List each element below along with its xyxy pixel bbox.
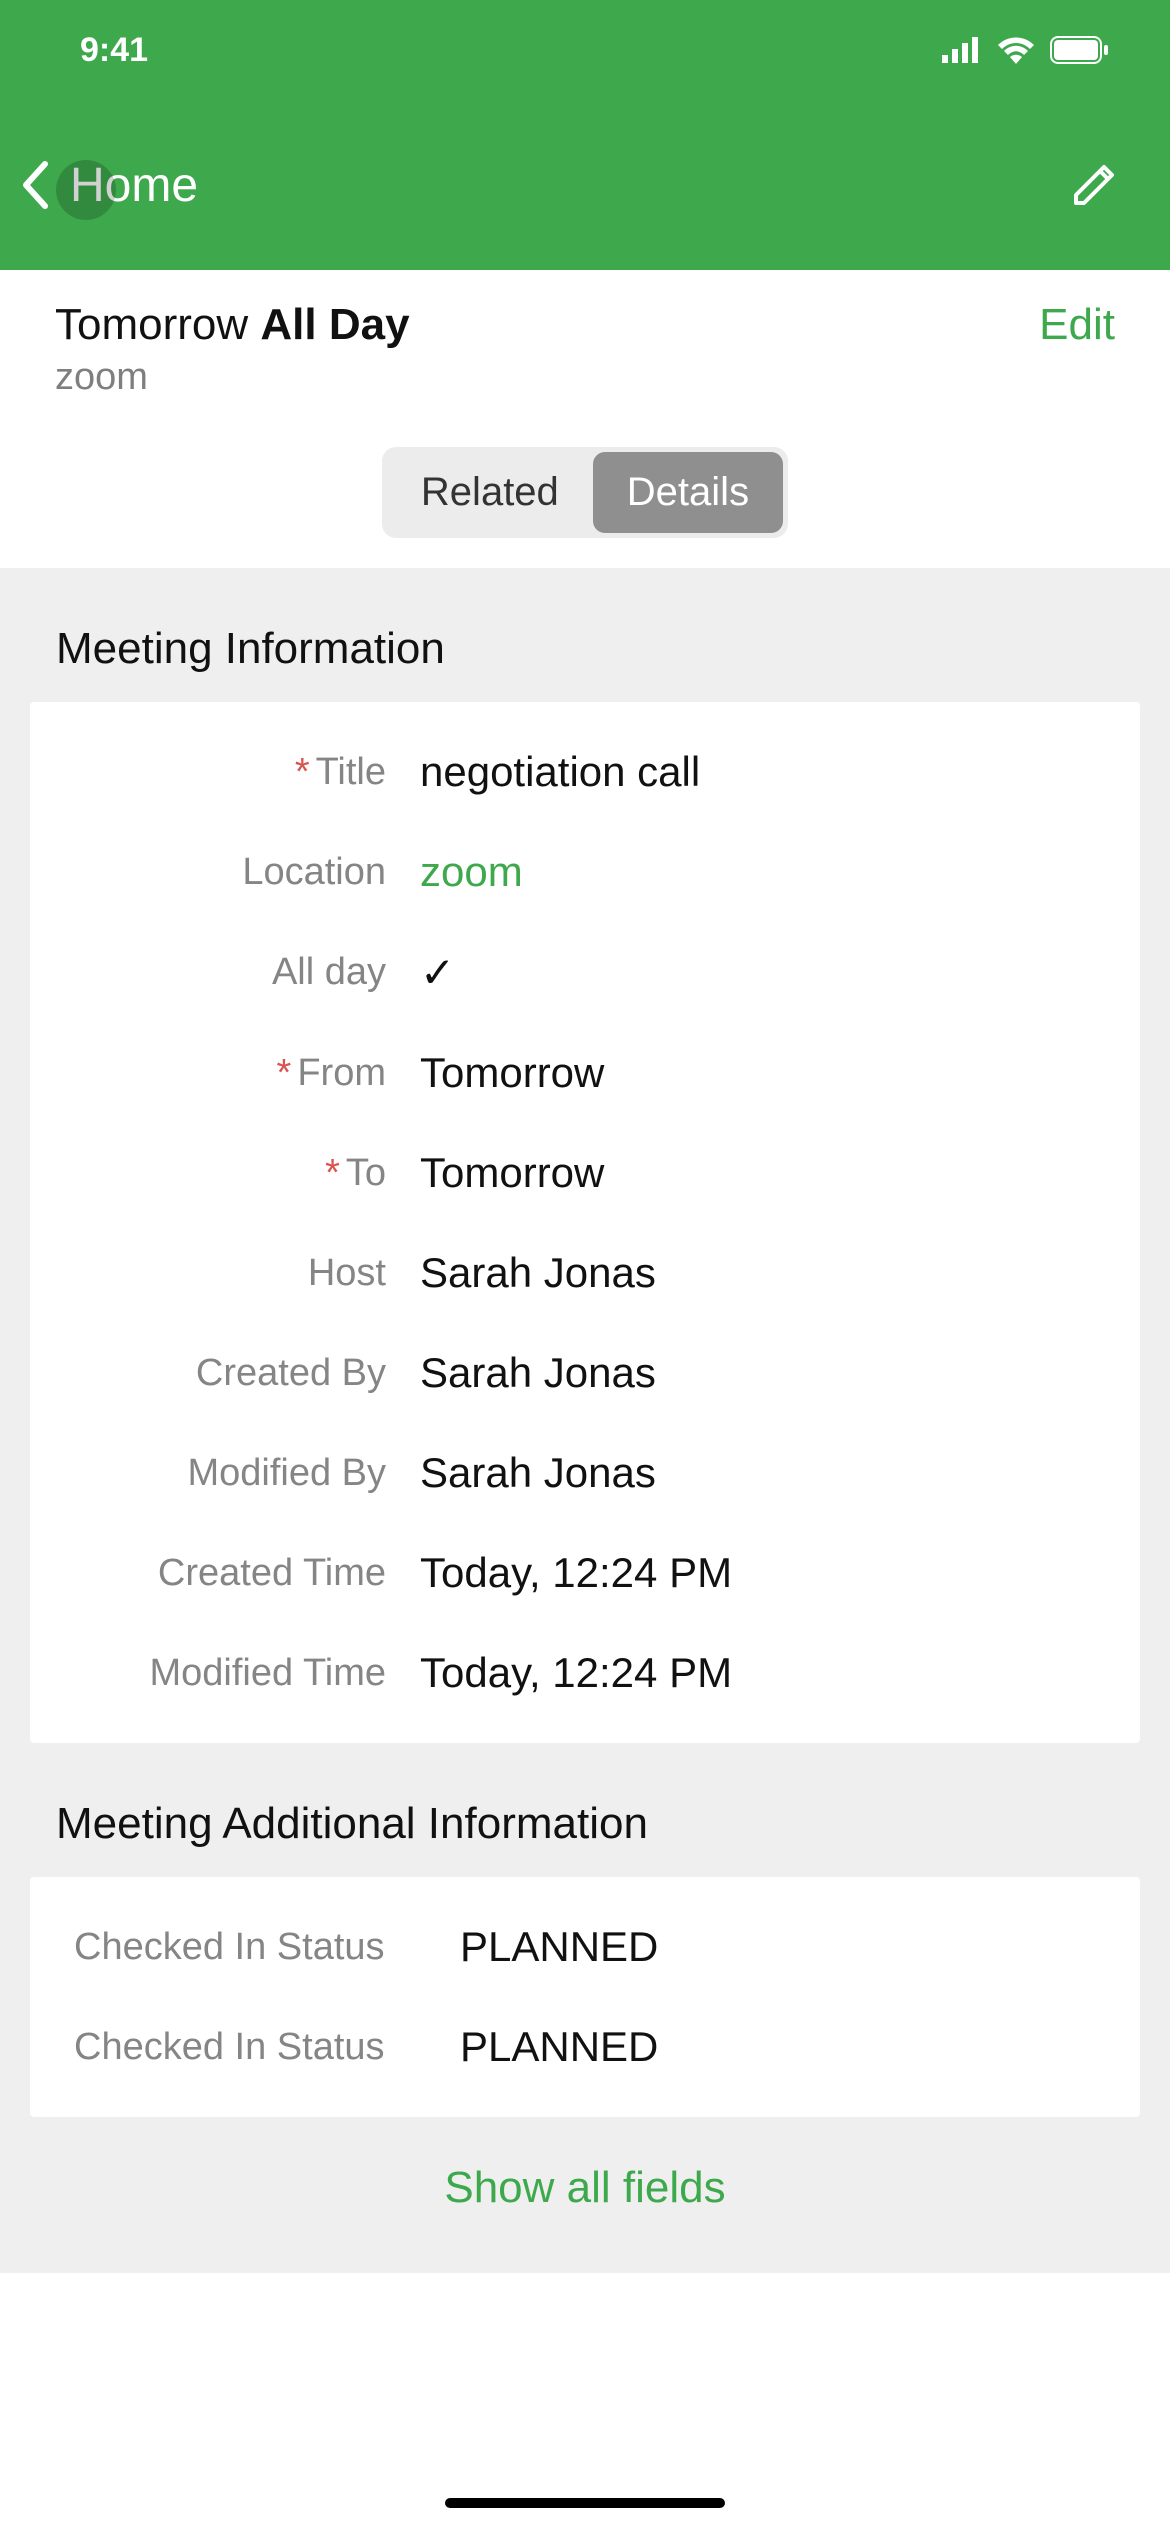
value-checkin-1: PLANNED <box>460 1923 658 1971</box>
value-to: Tomorrow <box>420 1149 604 1197</box>
meeting-info-card: *Title negotiation call Location zoom Al… <box>30 702 1140 1743</box>
wifi-icon <box>996 36 1036 64</box>
pencil-icon <box>1068 159 1120 211</box>
value-modifiedby: Sarah Jonas <box>420 1449 656 1497</box>
row-createdtime: Created Time Today, 12:24 PM <box>30 1523 1140 1623</box>
back-button[interactable]: Home <box>20 158 198 213</box>
show-all-fields-button[interactable]: Show all fields <box>30 2117 1140 2233</box>
value-location[interactable]: zoom <box>420 848 523 896</box>
row-modifiedby: Modified By Sarah Jonas <box>30 1423 1140 1523</box>
edit-link[interactable]: Edit <box>1039 300 1115 350</box>
label-title: *Title <box>60 751 420 794</box>
label-checkin-1: Checked In Status <box>60 1926 460 1969</box>
label-checkin-2: Checked In Status <box>60 2026 460 2069</box>
additional-info-card: Checked In Status PLANNED Checked In Sta… <box>30 1877 1140 2117</box>
tabs-container: Related Details <box>0 429 1170 568</box>
row-createdby: Created By Sarah Jonas <box>30 1323 1140 1423</box>
value-modifiedtime: Today, 12:24 PM <box>420 1649 732 1697</box>
nav-title: Home <box>70 158 198 213</box>
row-modifiedtime: Modified Time Today, 12:24 PM <box>30 1623 1140 1723</box>
label-createdby: Created By <box>60 1352 420 1395</box>
content-area: Meeting Information *Title negotiation c… <box>0 568 1170 2273</box>
summary-date-prefix: Tomorrow <box>55 300 260 349</box>
edit-pencil-button[interactable] <box>1068 159 1120 211</box>
summary-date-bold: All Day <box>260 300 409 349</box>
row-checkin-1: Checked In Status PLANNED <box>30 1897 1140 1997</box>
label-location: Location <box>60 851 420 894</box>
tab-related[interactable]: Related <box>387 452 593 533</box>
value-allday: ✓ <box>420 948 455 997</box>
value-createdby: Sarah Jonas <box>420 1349 656 1397</box>
summary-title: Tomorrow All Day <box>55 300 410 350</box>
value-title: negotiation call <box>420 748 700 796</box>
battery-icon <box>1050 36 1110 64</box>
chevron-left-icon <box>20 160 50 210</box>
status-icons <box>942 36 1110 64</box>
label-allday: All day <box>60 951 420 994</box>
label-modifiedtime: Modified Time <box>60 1652 420 1695</box>
tab-details[interactable]: Details <box>593 452 783 533</box>
row-allday: All day ✓ <box>30 922 1140 1023</box>
row-title: *Title negotiation call <box>30 722 1140 822</box>
label-to: *To <box>60 1152 420 1195</box>
row-checkin-2: Checked In Status PLANNED <box>30 1997 1140 2097</box>
value-host: Sarah Jonas <box>420 1249 656 1297</box>
summary-subtitle: zoom <box>55 356 410 399</box>
row-location: Location zoom <box>30 822 1140 922</box>
row-to: *To Tomorrow <box>30 1123 1140 1223</box>
summary-bar: Tomorrow All Day zoom Edit <box>0 270 1170 429</box>
value-checkin-2: PLANNED <box>460 2023 658 2071</box>
home-indicator[interactable] <box>445 2498 725 2508</box>
section-heading-meeting-info: Meeting Information <box>30 568 1140 702</box>
check-icon: ✓ <box>420 949 455 996</box>
segmented-control: Related Details <box>382 447 788 538</box>
status-time: 9:41 <box>80 31 148 70</box>
nav-bar: Home <box>0 100 1170 270</box>
label-createdtime: Created Time <box>60 1552 420 1595</box>
value-createdtime: Today, 12:24 PM <box>420 1549 732 1597</box>
label-from: *From <box>60 1052 420 1095</box>
value-from: Tomorrow <box>420 1049 604 1097</box>
status-bar: 9:41 <box>0 0 1170 100</box>
row-host: Host Sarah Jonas <box>30 1223 1140 1323</box>
row-from: *From Tomorrow <box>30 1023 1140 1123</box>
label-host: Host <box>60 1252 420 1295</box>
section-heading-additional: Meeting Additional Information <box>30 1743 1140 1877</box>
cellular-icon <box>942 37 982 63</box>
label-modifiedby: Modified By <box>60 1452 420 1495</box>
